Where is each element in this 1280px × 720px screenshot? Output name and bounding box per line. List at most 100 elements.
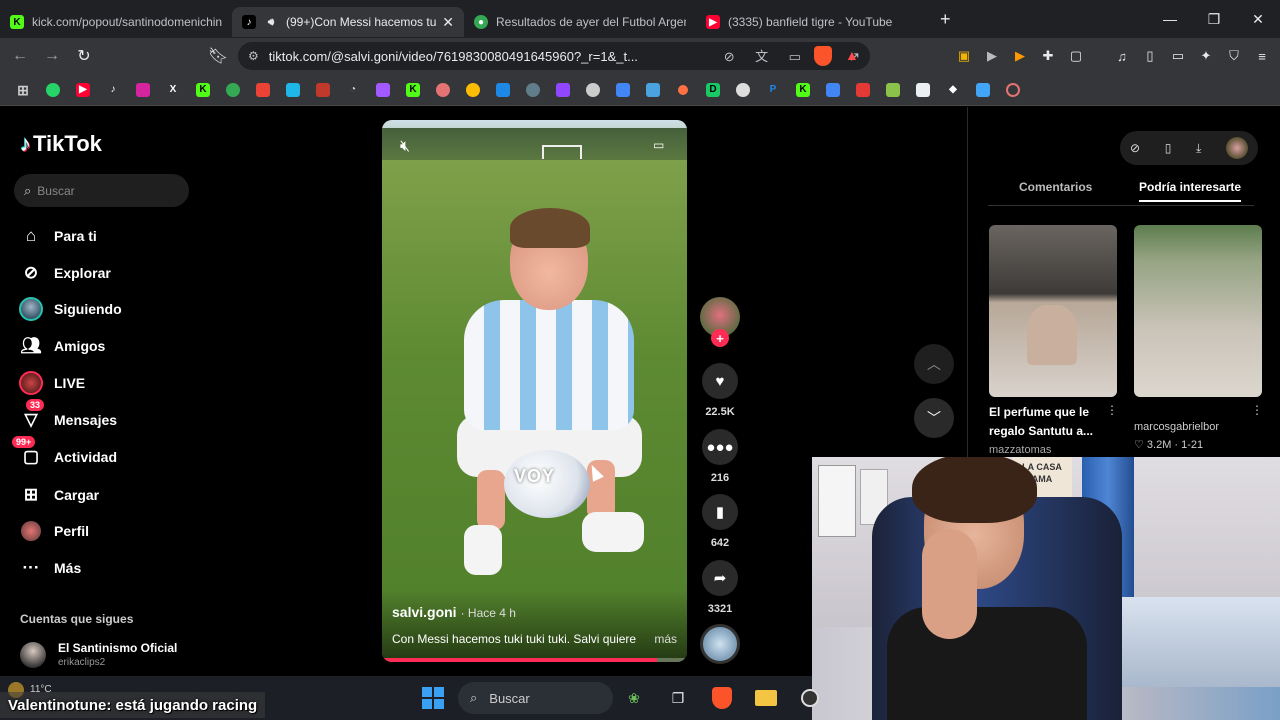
circle-icon[interactable] bbox=[428, 75, 458, 105]
suggested-video-user[interactable]: marcosgabrielbor bbox=[1134, 421, 1219, 433]
widgets-icon[interactable]: ❀ bbox=[612, 682, 656, 714]
more-options-icon[interactable]: ⋮ bbox=[1251, 403, 1263, 417]
task-view-icon[interactable]: ❐ bbox=[656, 682, 700, 714]
bookmark-icon[interactable]: 🔖︎ bbox=[204, 42, 232, 70]
leo-icon[interactable]: ✦ bbox=[1192, 42, 1220, 70]
picture-in-picture-icon[interactable]: ▭ bbox=[653, 138, 664, 152]
comment-button[interactable]: ●●● bbox=[702, 429, 738, 465]
close-tab-icon[interactable]: ✕ bbox=[442, 14, 454, 31]
browser-tab-tiktok[interactable]: ♪ 🔊︎ (99+)Con Messi hacemos tuki tuki ✕ bbox=[232, 7, 464, 37]
circle-icon[interactable] bbox=[998, 75, 1028, 105]
share-button[interactable]: ➦ bbox=[702, 560, 738, 596]
search-input[interactable]: ⌕ Buscar bbox=[14, 174, 189, 207]
reader-off-icon[interactable]: ⊘ bbox=[724, 49, 735, 64]
download-icon[interactable] bbox=[848, 75, 878, 105]
like-button[interactable]: ♥ bbox=[702, 363, 738, 399]
site-info-icon[interactable]: ⚙ bbox=[248, 49, 259, 63]
puzzle-icon[interactable]: ✚ bbox=[1034, 42, 1062, 70]
music-icon[interactable]: ♫ bbox=[1108, 42, 1136, 70]
arrow-ext-icon[interactable]: ▶ bbox=[1006, 42, 1034, 70]
stats-icon[interactable] bbox=[308, 75, 338, 105]
phone-icon[interactable]: ▯ bbox=[1165, 141, 1172, 155]
sidebar-icon[interactable]: ▯ bbox=[1136, 42, 1164, 70]
kick-icon[interactable]: K bbox=[188, 75, 218, 105]
globe-icon[interactable] bbox=[578, 75, 608, 105]
taskbar-search-input[interactable]: ⌕ Buscar bbox=[458, 682, 613, 714]
file-icon[interactable] bbox=[908, 75, 938, 105]
diamond-icon[interactable]: ◆ bbox=[938, 75, 968, 105]
speaker-icon[interactable]: 🔊︎ bbox=[264, 15, 278, 29]
sidebar-item-cargar[interactable]: ⊞ Cargar bbox=[18, 482, 99, 508]
following-account[interactable]: El Santinismo Oficial erikaclips2 bbox=[20, 641, 177, 668]
volume-icon[interactable]: 🔇︎ bbox=[400, 138, 410, 156]
close-icon[interactable]: ✕ bbox=[1236, 0, 1280, 38]
dot-icon[interactable] bbox=[668, 75, 698, 105]
tab-podria-interesarte[interactable]: Podría interesarte bbox=[1139, 180, 1242, 202]
tiktok-icon[interactable]: ♪ bbox=[98, 75, 128, 105]
docs-icon[interactable] bbox=[608, 75, 638, 105]
d-icon[interactable]: D bbox=[698, 75, 728, 105]
url-text[interactable]: tiktok.com/@salvi.goni/video/76198300804… bbox=[269, 49, 708, 64]
next-video-button[interactable]: ﹀ bbox=[914, 398, 954, 438]
apps-icon[interactable]: ⊞ bbox=[8, 75, 38, 105]
download-icon[interactable] bbox=[878, 75, 908, 105]
previous-video-button[interactable]: ︿ bbox=[914, 344, 954, 384]
wallet-icon[interactable]: ▭ bbox=[1164, 42, 1192, 70]
browser-tab-youtube[interactable]: ▶ (3335) banfield tigre - YouTube bbox=[696, 7, 928, 37]
app-icon[interactable] bbox=[278, 75, 308, 105]
wallet-ext-icon[interactable]: ▣ bbox=[950, 42, 978, 70]
cast-icon[interactable]: ▭ bbox=[789, 49, 801, 64]
forward-icon[interactable]: → bbox=[38, 42, 66, 70]
avatar[interactable] bbox=[1226, 137, 1248, 159]
docs-icon[interactable] bbox=[818, 75, 848, 105]
more-link[interactable]: más bbox=[654, 632, 677, 646]
author-name[interactable]: salvi.goni bbox=[392, 604, 457, 620]
back-icon[interactable]: ← bbox=[6, 42, 34, 70]
browser-tab-results[interactable]: ● Resultados de ayer del Futbol Argent bbox=[464, 7, 696, 37]
capture-icon[interactable]: ▢ bbox=[1062, 42, 1090, 70]
instagram-icon[interactable] bbox=[128, 75, 158, 105]
download-icon[interactable] bbox=[968, 75, 998, 105]
maximize-icon[interactable]: ❐ bbox=[1192, 0, 1236, 38]
x-icon[interactable]: X bbox=[158, 75, 188, 105]
save-button[interactable]: ▮ bbox=[702, 494, 738, 530]
vpn-icon[interactable]: ⛉ bbox=[1220, 42, 1248, 70]
pen-icon[interactable] bbox=[638, 75, 668, 105]
brave-shield-icon[interactable] bbox=[814, 46, 832, 66]
address-bar[interactable]: ⚙ tiktok.com/@salvi.goni/video/761983008… bbox=[238, 42, 870, 70]
sidebar-item-mensajes[interactable]: ▽ 33 Mensajes bbox=[18, 399, 117, 433]
trello-icon[interactable] bbox=[488, 75, 518, 105]
suggested-video-user[interactable]: mazzatomas bbox=[989, 444, 1051, 456]
chrome-icon[interactable] bbox=[458, 75, 488, 105]
sidebar-item-actividad[interactable]: ▢ 99+ Actividad bbox=[12, 436, 117, 470]
video-author[interactable]: salvi.goni · Hace 4 h bbox=[392, 604, 516, 620]
sound-disc[interactable] bbox=[700, 624, 740, 664]
translate-icon[interactable]: 文 bbox=[755, 49, 768, 64]
brave-rewards-icon[interactable]: ▲ bbox=[845, 47, 859, 63]
compass-icon[interactable]: ⊘ bbox=[1130, 141, 1140, 155]
sidebar-item-siguiendo[interactable]: Siguiendo bbox=[18, 296, 122, 322]
twitch-icon[interactable] bbox=[548, 75, 578, 105]
figma-icon[interactable] bbox=[368, 75, 398, 105]
more-options-icon[interactable]: ⋮ bbox=[1106, 403, 1118, 417]
tab-comentarios[interactable]: Comentarios bbox=[1019, 180, 1092, 194]
whatsapp-icon[interactable] bbox=[38, 75, 68, 105]
app-icon[interactable] bbox=[518, 75, 548, 105]
sidebar-item-para-ti[interactable]: ⌂ Para ti bbox=[18, 223, 97, 249]
tiktok-logo[interactable]: ♪ TikTok bbox=[20, 131, 102, 157]
reload-icon[interactable]: ↻ bbox=[70, 42, 98, 70]
clock-icon[interactable]: ◔ bbox=[338, 75, 368, 105]
soccer-icon[interactable] bbox=[218, 75, 248, 105]
windows-start-icon[interactable] bbox=[422, 687, 444, 709]
new-tab-button[interactable]: + bbox=[940, 9, 951, 30]
file-explorer-icon[interactable] bbox=[744, 682, 788, 714]
sidebar-item-live[interactable]: LIVE bbox=[18, 370, 85, 396]
download-icon[interactable]: ⤓ bbox=[1196, 141, 1201, 156]
menu-icon[interactable]: ≡ bbox=[1248, 42, 1276, 70]
sidebar-item-mas[interactable]: ··· Más bbox=[18, 555, 82, 581]
gmail-icon[interactable] bbox=[248, 75, 278, 105]
video-player[interactable]: VOY 🔇︎ ▭ salvi.goni · Hace 4 h Con Messi … bbox=[382, 120, 687, 662]
browser-tab-kick[interactable]: K kick.com/popout/santinodomenichin bbox=[0, 7, 232, 37]
globe-icon[interactable] bbox=[728, 75, 758, 105]
video-progress-bar[interactable] bbox=[382, 658, 687, 662]
